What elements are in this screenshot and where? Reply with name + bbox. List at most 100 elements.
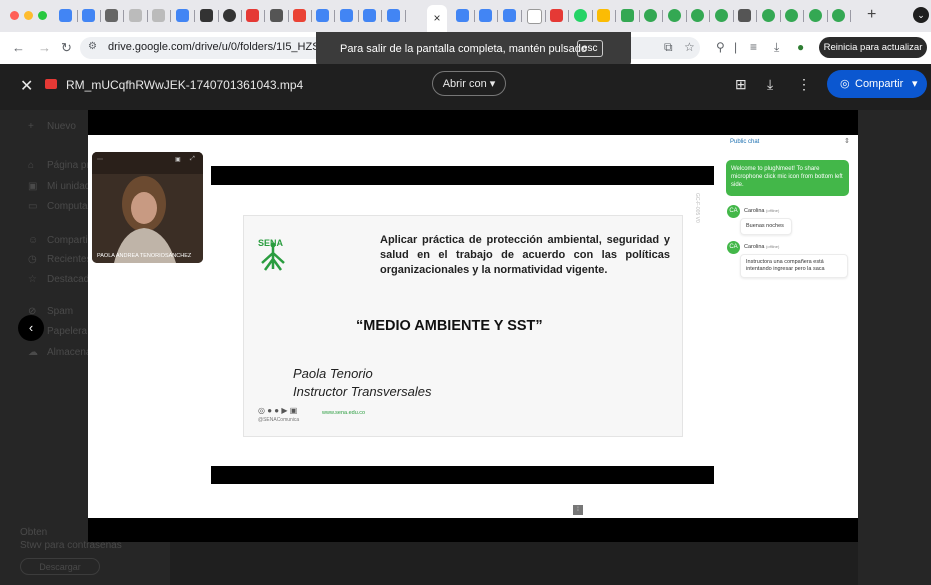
caret-down-icon: ▾ — [489, 78, 496, 90]
tab-separator — [803, 10, 804, 22]
tab-favicon-green[interactable] — [668, 9, 681, 22]
tab-favicon-gmail[interactable] — [293, 9, 306, 22]
tab-favicon-red[interactable] — [550, 9, 563, 22]
tab-favicon-grid[interactable] — [105, 9, 118, 22]
tab-favicon-drive[interactable] — [82, 9, 95, 22]
open-with-button[interactable]: Abrir con ▾ — [432, 71, 506, 96]
tab-strip: × + ⌄ — [0, 0, 931, 32]
download-promo-button: Descargar — [20, 558, 100, 575]
tab-favicon-green[interactable] — [644, 9, 657, 22]
tab-favicon-generic[interactable] — [129, 9, 142, 22]
extensions-icon[interactable]: ⚲ — [716, 40, 725, 54]
tab-search-button[interactable]: ⌄ — [913, 7, 929, 23]
add-shortcut-icon[interactable]: ⊞ — [735, 76, 747, 93]
webcam-tile — [92, 152, 203, 263]
close-viewer-icon[interactable]: ✕ — [20, 76, 33, 96]
tab-favicon-drive[interactable] — [503, 9, 516, 22]
tab-separator — [100, 10, 101, 22]
slide-presenter: Paola Tenorio — [293, 366, 373, 381]
tab-separator — [827, 10, 828, 22]
tab-separator — [592, 10, 593, 22]
avatar: CA — [727, 205, 740, 218]
tab-favicon-colored[interactable] — [621, 9, 634, 22]
tab-favicon-docs[interactable] — [340, 9, 353, 22]
new-tab-button[interactable]: + — [867, 6, 876, 24]
chat-status: (offline) — [766, 208, 780, 213]
tab-separator — [123, 10, 124, 22]
webcam-person-image — [92, 152, 203, 263]
profile-avatar[interactable]: ● — [797, 40, 804, 54]
tab-favicon-drive[interactable] — [456, 9, 469, 22]
bookmark-star-icon[interactable]: ☆ — [684, 40, 695, 54]
tab-favicon-green[interactable] — [691, 9, 704, 22]
slide-side-code: GC-F-005 V0 — [694, 193, 700, 223]
tab-favicon-green[interactable] — [785, 9, 798, 22]
video-controls-handle[interactable]: ⁞ — [573, 505, 583, 515]
tab-separator — [170, 10, 171, 22]
share-button[interactable]: ◎ Compartir ▾ — [827, 70, 927, 98]
tab-separator — [288, 10, 289, 22]
tab-favicon-whatsapp[interactable] — [574, 9, 587, 22]
webcam-menu-icon[interactable]: ⋯ — [97, 156, 103, 163]
back-icon[interactable]: ← — [12, 40, 25, 55]
tab-favicon-drive[interactable] — [479, 9, 492, 22]
tab-favicon-drive[interactable] — [176, 9, 189, 22]
tab-favicon-red[interactable] — [246, 9, 259, 22]
computer-icon: ▭ — [28, 201, 38, 212]
minimize-window-button[interactable] — [24, 11, 33, 20]
sena-logo-text: SENA — [258, 238, 284, 248]
tab-separator — [733, 10, 734, 22]
install-app-icon[interactable]: ⧉ — [664, 40, 673, 55]
open-with-label: Abrir con — [442, 78, 487, 90]
tab-separator — [686, 10, 687, 22]
tab-favicon-circle[interactable] — [223, 9, 236, 22]
clock-icon: ◷ — [28, 254, 37, 265]
share-label: Compartir — [855, 78, 904, 90]
chat-select-icon: ⇕ — [844, 138, 850, 145]
tab-favicon-green[interactable] — [832, 9, 845, 22]
webcam-expand-icon[interactable]: ⤢ — [190, 156, 195, 163]
chat-username: Carolina (offline) — [744, 244, 779, 250]
letterbox-bottom — [211, 466, 714, 484]
download-icon[interactable]: ⤓ — [767, 76, 773, 93]
previous-file-button[interactable]: ‹ — [18, 315, 44, 341]
video-file-icon — [45, 79, 57, 89]
forward-icon[interactable]: → — [38, 40, 51, 55]
close-window-button[interactable] — [10, 11, 19, 20]
tab-separator — [662, 10, 663, 22]
relaunch-update-button[interactable]: Reinicia para actualizar — [819, 37, 927, 58]
tab-favicon-drive[interactable] — [59, 9, 72, 22]
slide-role: Instructor Transversales — [293, 384, 432, 399]
reload-icon[interactable]: ↻ — [61, 40, 72, 56]
tab-favicon-generic[interactable] — [152, 9, 165, 22]
star-icon: ☆ — [28, 274, 37, 285]
url-text[interactable]: drive.google.com/drive/u/0/folders/1I5_H… — [108, 41, 343, 53]
tab-favicon-dark[interactable] — [738, 9, 751, 22]
reading-list-icon[interactable]: ≡ — [750, 40, 757, 54]
tab-favicon-blank[interactable] — [527, 9, 542, 24]
tab-favicon-green[interactable] — [715, 9, 728, 22]
avatar: CA — [727, 241, 740, 254]
site-info-icon[interactable]: ⚙ — [88, 41, 97, 52]
active-tab-close-button[interactable]: × — [427, 5, 447, 32]
tab-favicon-green[interactable] — [809, 9, 822, 22]
downloads-icon[interactable]: ⤓ — [774, 40, 779, 55]
tab-favicon-docs[interactable] — [387, 9, 400, 22]
tab-separator — [381, 10, 382, 22]
tab-favicon-drive[interactable] — [316, 9, 329, 22]
tab-favicon-green[interactable] — [762, 9, 775, 22]
webcam-pip-icon[interactable]: ▣ — [175, 156, 181, 163]
social-handle: @SENAComunica — [258, 417, 300, 423]
tab-favicon-image[interactable] — [270, 9, 283, 22]
tab-favicon-colored[interactable] — [597, 9, 610, 22]
cloud-icon: ☁ — [28, 347, 38, 358]
more-options-icon[interactable]: ⋮ — [797, 76, 811, 93]
share-caret-icon[interactable]: ▾ — [912, 70, 918, 98]
tab-separator — [756, 10, 757, 22]
tab-favicon-dark[interactable] — [200, 9, 213, 22]
tab-separator — [568, 10, 569, 22]
maximize-window-button[interactable] — [38, 11, 47, 20]
tab-separator — [264, 10, 265, 22]
tab-separator — [709, 10, 710, 22]
tab-favicon-docs[interactable] — [363, 9, 376, 22]
